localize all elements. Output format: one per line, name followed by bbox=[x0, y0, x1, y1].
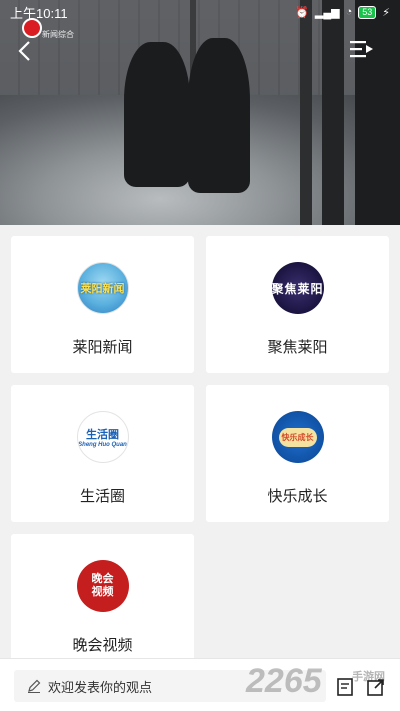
card-label: 快乐成长 bbox=[267, 488, 328, 505]
card-happy-growth[interactable]: 快乐成长 快乐成长 bbox=[206, 385, 389, 522]
gala-video-logo-text-2: 视频 bbox=[91, 586, 114, 598]
status-bar: 上午10:11 ⏰ ▂▄▆ ◔ 53 ⚡ bbox=[0, 0, 400, 24]
status-icons: ⏰ ▂▄▆ ◔ 53 ⚡ bbox=[295, 5, 390, 19]
video-frame-tree bbox=[355, 0, 400, 225]
share-icon[interactable] bbox=[366, 677, 386, 697]
card-label: 生活圈 bbox=[79, 488, 125, 505]
card-gala-video[interactable]: 晚会 视频 晚会视频 bbox=[11, 534, 194, 671]
alarm-icon: ⏰ bbox=[295, 6, 309, 19]
laiyang-news-logo-icon: 莱阳新闻 bbox=[76, 262, 129, 314]
status-time: 上午10:11 bbox=[10, 5, 68, 21]
card-label: 莱阳新闻 bbox=[72, 339, 133, 356]
gala-video-logo-text-1: 晚会 bbox=[91, 573, 114, 585]
life-circle-logo-text: 生活圈 bbox=[86, 429, 119, 441]
bottom-bar: 欢迎发表你的观点 2265 手游网 bbox=[0, 658, 400, 711]
focus-laiyang-logo-text: 聚焦莱阳 bbox=[271, 281, 324, 296]
card-label: 聚焦莱阳 bbox=[267, 339, 328, 356]
video-frame-tree bbox=[300, 0, 312, 225]
laiyang-news-logo-text: 莱阳新闻 bbox=[80, 283, 125, 295]
life-circle-logo-icon: 生活圈 Sheng Huo Quan bbox=[76, 411, 129, 463]
channel-logo-text: 新闻综合 bbox=[42, 30, 74, 39]
life-circle-logo-subtext: Sheng Huo Quan bbox=[78, 442, 127, 448]
card-laiyang-news[interactable]: 莱阳新闻 莱阳新闻 bbox=[11, 236, 194, 373]
signal-icon: ▂▄▆ bbox=[314, 6, 340, 19]
pencil-icon bbox=[28, 679, 41, 693]
video-figure-left bbox=[124, 42, 190, 187]
card-label: 晚会视频 bbox=[72, 637, 133, 654]
video-player[interactable]: 上午10:11 ⏰ ▂▄▆ ◔ 53 ⚡ 新闻综合 bbox=[0, 0, 400, 225]
happy-growth-logo-icon: 快乐成长 bbox=[271, 411, 324, 463]
charging-icon: ⚡ bbox=[382, 6, 390, 19]
focus-laiyang-logo-icon: 聚焦莱阳 bbox=[271, 262, 324, 314]
back-arrow-icon[interactable] bbox=[16, 40, 34, 62]
happy-growth-logo-text: 快乐成长 bbox=[278, 427, 317, 447]
playlist-icon[interactable] bbox=[350, 40, 374, 58]
watermark-logo: 2265 bbox=[246, 662, 322, 700]
video-frame-tree bbox=[322, 0, 344, 225]
card-focus-laiyang[interactable]: 聚焦莱阳 聚焦莱阳 bbox=[206, 236, 389, 373]
card-life-circle[interactable]: 生活圈 Sheng Huo Quan 生活圈 bbox=[11, 385, 194, 522]
comment-placeholder: 欢迎发表你的观点 bbox=[48, 679, 153, 695]
channel-logo-icon bbox=[22, 18, 42, 38]
video-figure-right bbox=[188, 38, 250, 193]
battery-level: 53 bbox=[358, 5, 377, 19]
gala-video-logo-icon: 晚会 视频 bbox=[76, 560, 129, 612]
channel-grid: 莱阳新闻 莱阳新闻 聚焦莱阳 聚焦莱阳 生活圈 Sheng Huo Quan 生… bbox=[11, 236, 389, 671]
comments-list-icon[interactable] bbox=[336, 677, 356, 697]
wifi-icon: ◔ bbox=[345, 6, 353, 18]
